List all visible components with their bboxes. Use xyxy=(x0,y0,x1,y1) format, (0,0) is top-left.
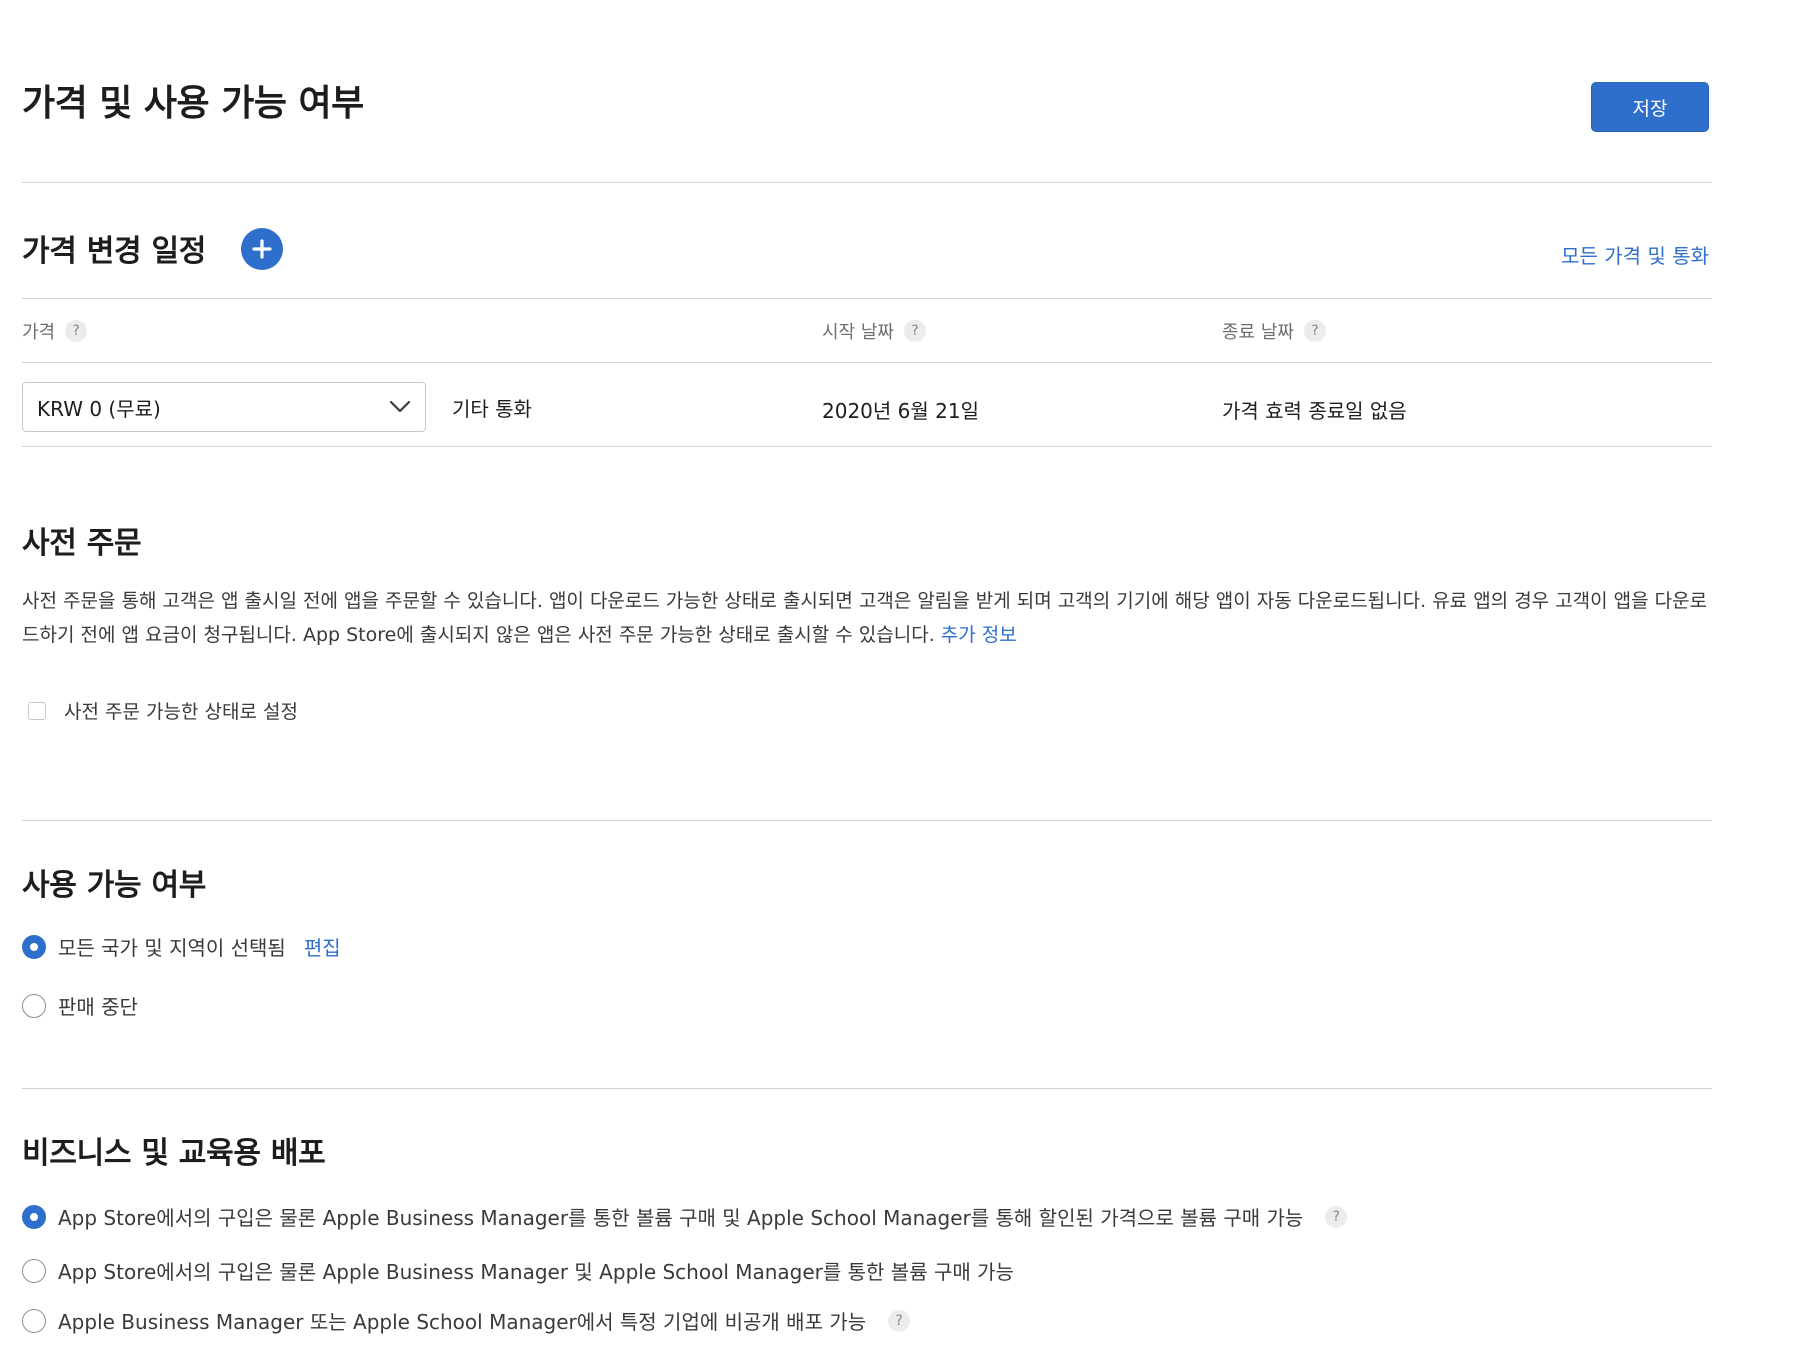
radio-selected[interactable] xyxy=(22,1204,46,1229)
start-date-value: 2020년 6월 21일 xyxy=(822,399,979,423)
radio-unselected[interactable] xyxy=(22,1308,46,1333)
more-info-link[interactable]: 추가 정보 xyxy=(941,624,1017,646)
end-date-value: 가격 효력 종료일 없음 xyxy=(1222,399,1407,423)
availability-title: 사용 가능 여부 xyxy=(22,868,207,903)
column-label: 시작 날짜 xyxy=(822,322,894,343)
availability-option-label: 판매 중단 xyxy=(58,995,138,1019)
edit-link[interactable]: 편집 xyxy=(304,932,341,961)
divider xyxy=(22,182,1712,183)
preorder-checkbox-label: 사전 주문 가능한 상태로 설정 xyxy=(64,701,298,723)
availability-option-all[interactable]: 모든 국가 및 지역이 선택됨 편집 xyxy=(22,932,341,961)
help-icon[interactable]: ? xyxy=(1325,1205,1348,1228)
radio-selected[interactable] xyxy=(22,934,46,959)
help-icon[interactable]: ? xyxy=(1303,320,1326,342)
price-select-value: KRW 0 (무료) xyxy=(37,396,161,421)
divider xyxy=(22,298,1712,299)
price-schedule-title: 가격 변경 일정 xyxy=(22,234,207,269)
all-prices-currencies-link[interactable]: 모든 가격 및 통화 xyxy=(1561,240,1709,269)
distribution-option-label: Apple Business Manager 또는 Apple School M… xyxy=(58,1310,867,1334)
radio-unselected[interactable] xyxy=(22,993,46,1018)
divider xyxy=(22,820,1712,821)
distribution-option-3[interactable]: Apple Business Manager 또는 Apple School M… xyxy=(22,1306,911,1335)
column-header-start-date: 시작 날짜 ? xyxy=(822,318,926,344)
availability-option-remove[interactable]: 판매 중단 xyxy=(22,991,138,1020)
help-icon[interactable]: ? xyxy=(65,320,88,342)
divider xyxy=(22,446,1712,447)
preorder-description-text: 사전 주문을 통해 고객은 앱 출시일 전에 앱을 주문할 수 있습니다. 앱이… xyxy=(22,590,1708,646)
help-icon[interactable]: ? xyxy=(903,320,926,342)
distribution-option-label: App Store에서의 구입은 물론 Apple Business Manag… xyxy=(58,1206,1304,1230)
plus-icon xyxy=(252,239,272,259)
column-label: 가격 xyxy=(22,322,56,343)
chevron-down-icon xyxy=(389,400,411,413)
distribution-option-label: App Store에서의 구입은 물론 Apple Business Manag… xyxy=(58,1260,1014,1284)
distribution-option-2[interactable]: App Store에서의 구입은 물론 Apple Business Manag… xyxy=(22,1256,1014,1285)
preorder-checkbox[interactable] xyxy=(28,701,46,720)
divider xyxy=(22,362,1712,363)
preorder-checkbox-row[interactable]: 사전 주문 가능한 상태로 설정 xyxy=(28,697,298,724)
distribution-option-1[interactable]: App Store에서의 구입은 물론 Apple Business Manag… xyxy=(22,1202,1348,1231)
radio-unselected[interactable] xyxy=(22,1258,46,1283)
preorder-description: 사전 주문을 통해 고객은 앱 출시일 전에 앱을 주문할 수 있습니다. 앱이… xyxy=(22,584,1712,652)
page-title: 가격 및 사용 가능 여부 xyxy=(22,83,364,124)
availability-option-label: 모든 국가 및 지역이 선택됨 xyxy=(58,936,286,960)
column-header-end-date: 종료 날짜 ? xyxy=(1222,318,1326,344)
add-price-change-button[interactable] xyxy=(241,228,283,270)
column-header-price: 가격 ? xyxy=(22,318,88,344)
price-select[interactable]: KRW 0 (무료) xyxy=(22,382,426,432)
help-icon[interactable]: ? xyxy=(888,1309,911,1332)
divider xyxy=(22,1088,1712,1089)
distribution-title: 비즈니스 및 교육용 배포 xyxy=(22,1136,326,1171)
save-button[interactable]: 저장 xyxy=(1591,82,1709,132)
column-label: 종료 날짜 xyxy=(1222,322,1294,343)
preorder-title: 사전 주문 xyxy=(22,526,142,561)
other-currency-link[interactable]: 기타 통화 xyxy=(452,393,532,422)
